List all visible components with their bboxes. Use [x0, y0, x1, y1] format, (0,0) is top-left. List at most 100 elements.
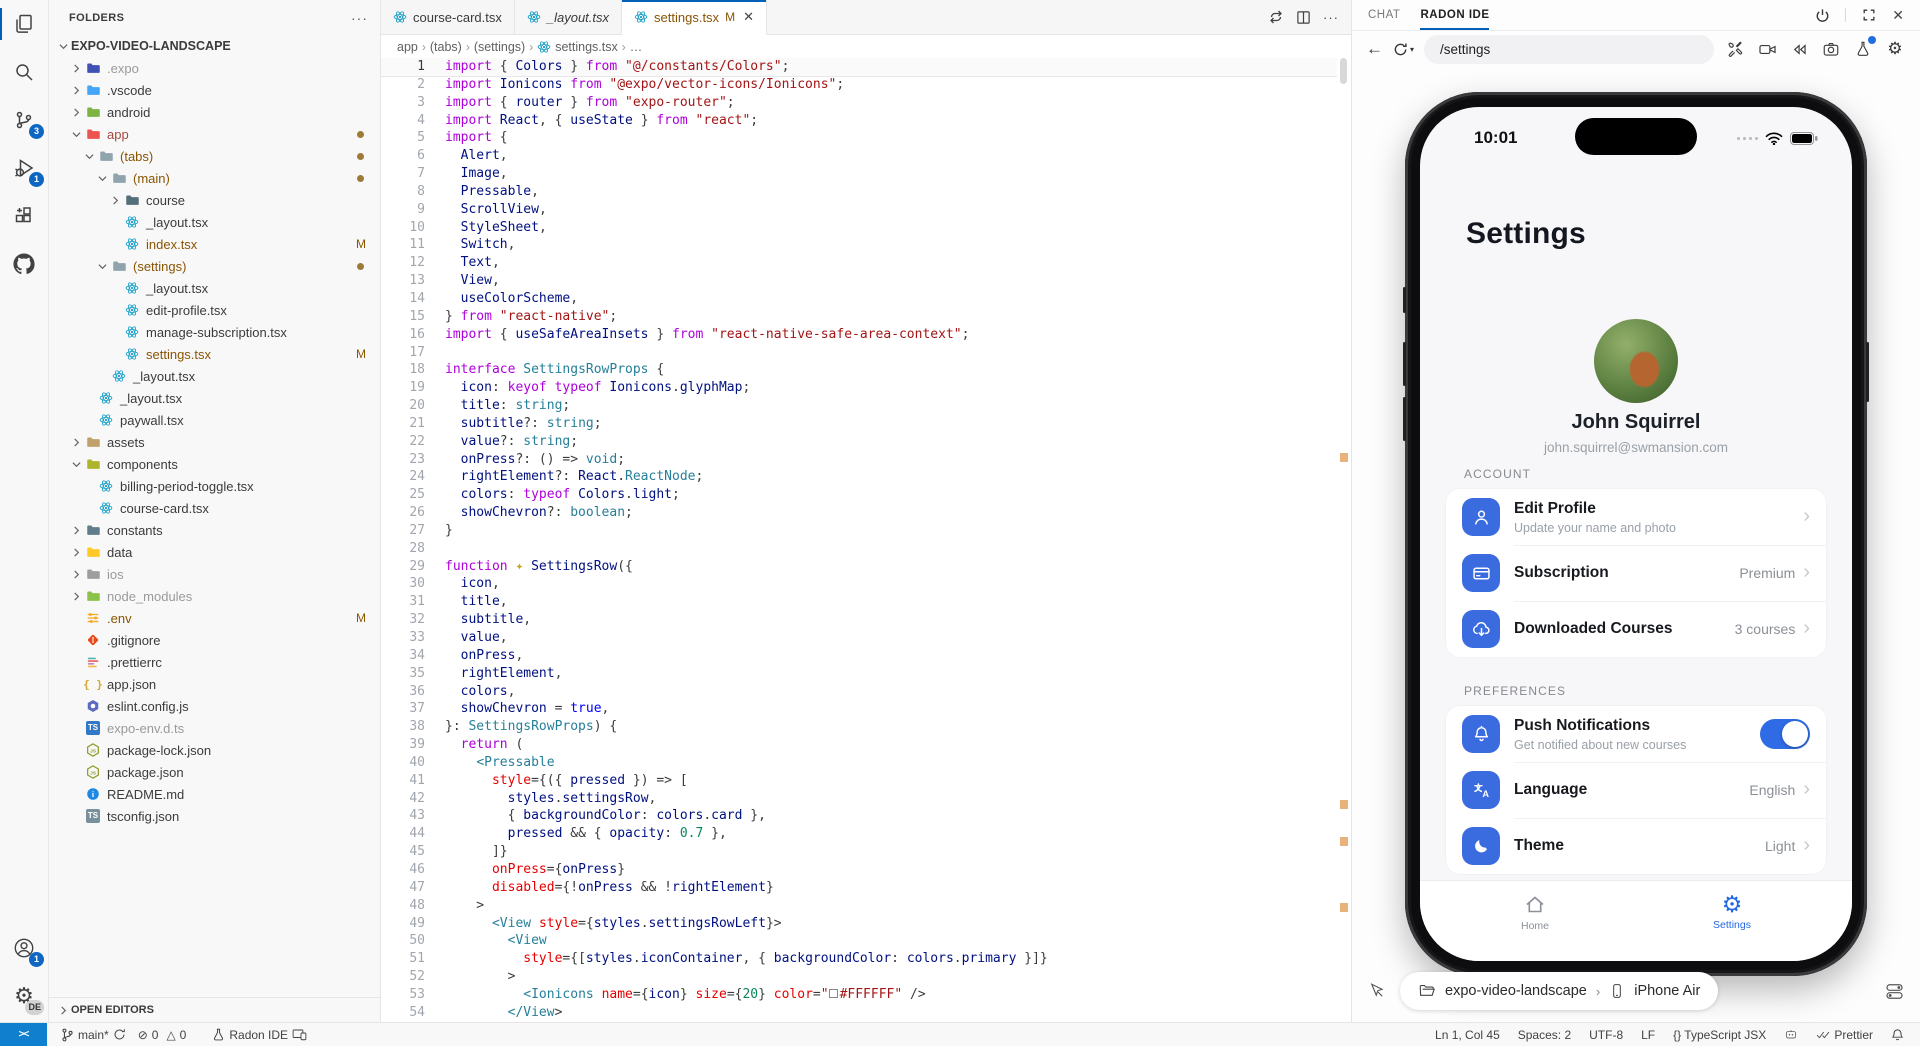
- prettier-item[interactable]: Prettier: [1810, 1028, 1879, 1042]
- tree-file[interactable]: TSexpo-env.d.ts: [49, 717, 380, 739]
- tree-folder[interactable]: node_modules: [49, 585, 380, 607]
- tree-folder[interactable]: data: [49, 541, 380, 563]
- touch-cursor-icon[interactable]: [1368, 982, 1386, 1000]
- tree-folder[interactable]: android: [49, 101, 380, 123]
- editor-tab-_layout.tsx[interactable]: _layout.tsx: [515, 0, 622, 34]
- git-branch-item[interactable]: main*: [55, 1023, 132, 1046]
- route-url-bar[interactable]: /settings: [1424, 35, 1714, 64]
- manage-gear-icon[interactable]: ⚙ DE: [0, 972, 48, 1020]
- reload-button[interactable]: ▾: [1393, 42, 1414, 57]
- screenshot-icon[interactable]: [1820, 38, 1842, 60]
- tree-folder[interactable]: EXPO-VIDEO-LANDSCAPE: [49, 35, 380, 57]
- tree-file[interactable]: JSpackage-lock.json: [49, 739, 380, 761]
- tree-file[interactable]: paywall.tsx: [49, 409, 380, 431]
- tree-folder[interactable]: assets: [49, 431, 380, 453]
- breadcrumb-item[interactable]: …: [630, 40, 643, 54]
- settings-row-push-notifications[interactable]: Push NotificationsGet notified about new…: [1446, 706, 1826, 762]
- explorer-icon[interactable]: [0, 0, 48, 48]
- panel-settings-gear-icon[interactable]: ⚙: [1884, 38, 1906, 60]
- avatar[interactable]: [1594, 319, 1678, 403]
- breadcrumb-item[interactable]: (tabs): [430, 40, 462, 54]
- tree-folder[interactable]: constants: [49, 519, 380, 541]
- search-icon[interactable]: [0, 48, 48, 96]
- phone-screen[interactable]: 10:01 Settings John Squirrel john.squirr…: [1420, 107, 1852, 961]
- editor-tab-course-card.tsx[interactable]: course-card.tsx: [381, 0, 515, 34]
- notifications-bell-icon[interactable]: [1885, 1028, 1910, 1042]
- encoding[interactable]: UTF-8: [1583, 1028, 1629, 1042]
- close-panel-icon[interactable]: ✕: [1892, 7, 1904, 24]
- close-tab-icon[interactable]: ✕: [743, 9, 754, 25]
- tree-file[interactable]: iREADME.md: [49, 783, 380, 805]
- settings-row-language[interactable]: ALanguageEnglish›: [1446, 762, 1826, 818]
- tree-file[interactable]: _layout.tsx: [49, 365, 380, 387]
- debug-flask-icon[interactable]: [1852, 38, 1874, 60]
- overview-ruler[interactable]: [1337, 58, 1351, 1022]
- problems-item[interactable]: ⊘ 0 △ 0: [132, 1023, 193, 1046]
- tree-folder[interactable]: course: [49, 189, 380, 211]
- more-actions-icon[interactable]: ···: [1323, 10, 1339, 25]
- breadcrumb[interactable]: app›(tabs)›(settings)›settings.tsx›…: [381, 35, 1351, 58]
- scrollbar-thumb[interactable]: [1340, 58, 1347, 84]
- radon-ide-status-item[interactable]: Radon IDE: [206, 1023, 313, 1046]
- tree-file[interactable]: _layout.tsx: [49, 211, 380, 233]
- tree-file[interactable]: .prettierrc: [49, 651, 380, 673]
- tab-radon-ide[interactable]: RADON IDE: [1420, 0, 1489, 30]
- tab-home[interactable]: Home: [1500, 893, 1570, 932]
- tree-file[interactable]: edit-profile.tsx: [49, 299, 380, 321]
- tree-folder[interactable]: .vscode: [49, 79, 380, 101]
- tree-file[interactable]: eslint.config.js: [49, 695, 380, 717]
- tree-file[interactable]: TStsconfig.json: [49, 805, 380, 827]
- tree-folder[interactable]: app: [49, 123, 380, 145]
- record-video-icon[interactable]: [1756, 38, 1778, 60]
- tree-file[interactable]: { }app.json: [49, 673, 380, 695]
- code-editor[interactable]: 1import { Colors } from "@/constants/Col…: [381, 58, 1337, 1022]
- language-mode[interactable]: {} TypeScript JSX: [1667, 1028, 1772, 1042]
- github-icon[interactable]: [0, 240, 48, 288]
- breadcrumb-item[interactable]: (settings): [474, 40, 525, 54]
- tree-folder[interactable]: (main): [49, 167, 380, 189]
- tree-file[interactable]: index.tsxM: [49, 233, 380, 255]
- settings-row-edit-profile[interactable]: Edit ProfileUpdate your name and photo›: [1446, 489, 1826, 545]
- folders-more-icon[interactable]: ···: [351, 10, 368, 26]
- tree-file[interactable]: manage-subscription.tsx: [49, 321, 380, 343]
- settings-row-subscription[interactable]: SubscriptionPremium›: [1446, 545, 1826, 601]
- tree-folder[interactable]: .expo: [49, 57, 380, 79]
- source-control-icon[interactable]: 3: [0, 96, 48, 144]
- tree-file[interactable]: .gitignore: [49, 629, 380, 651]
- back-icon[interactable]: ←: [1366, 39, 1383, 59]
- indentation[interactable]: Spaces: 2: [1512, 1028, 1577, 1042]
- reload-dropdown-caret[interactable]: ▾: [1410, 45, 1414, 54]
- device-preview-iphone[interactable]: 10:01 Settings John Squirrel john.squirr…: [1405, 92, 1867, 976]
- settings-row-downloaded-courses[interactable]: Downloaded Courses3 courses›: [1446, 601, 1826, 657]
- dev-tools-icon[interactable]: [1724, 38, 1746, 60]
- breadcrumb-item[interactable]: settings.tsx: [537, 40, 618, 54]
- compare-changes-icon[interactable]: [1268, 9, 1284, 25]
- tab-chat[interactable]: CHAT: [1368, 0, 1400, 30]
- replay-icon[interactable]: [1788, 38, 1810, 60]
- tree-file[interactable]: course-card.tsx: [49, 497, 380, 519]
- fullscreen-icon[interactable]: [1858, 4, 1880, 26]
- split-editor-icon[interactable]: [1296, 10, 1311, 25]
- tab-settings[interactable]: ⚙ Settings: [1697, 893, 1767, 931]
- tree-file[interactable]: _layout.tsx: [49, 277, 380, 299]
- tree-file[interactable]: .envM: [49, 607, 380, 629]
- push-notifications-toggle[interactable]: [1760, 719, 1810, 749]
- tree-file[interactable]: billing-period-toggle.tsx: [49, 475, 380, 497]
- remote-indicator[interactable]: ><: [0, 1023, 47, 1046]
- breadcrumb-item[interactable]: app: [397, 40, 418, 54]
- extensions-icon[interactable]: [0, 192, 48, 240]
- editor-tab-settings.tsx[interactable]: settings.tsxM✕: [622, 0, 767, 35]
- copilot-icon[interactable]: [1778, 1028, 1804, 1041]
- device-settings-icon[interactable]: [1885, 982, 1904, 1001]
- open-editors-section[interactable]: OPEN EDITORS: [49, 997, 380, 1022]
- eol[interactable]: LF: [1635, 1028, 1661, 1042]
- settings-row-theme[interactable]: ThemeLight›: [1446, 818, 1826, 874]
- tree-folder[interactable]: (settings): [49, 255, 380, 277]
- tree-folder[interactable]: components: [49, 453, 380, 475]
- tree-folder[interactable]: ios: [49, 563, 380, 585]
- tree-file[interactable]: JSpackage.json: [49, 761, 380, 783]
- tree-file[interactable]: settings.tsxM: [49, 343, 380, 365]
- tree-file[interactable]: _layout.tsx: [49, 387, 380, 409]
- power-icon[interactable]: [1811, 4, 1833, 26]
- tree-folder[interactable]: (tabs): [49, 145, 380, 167]
